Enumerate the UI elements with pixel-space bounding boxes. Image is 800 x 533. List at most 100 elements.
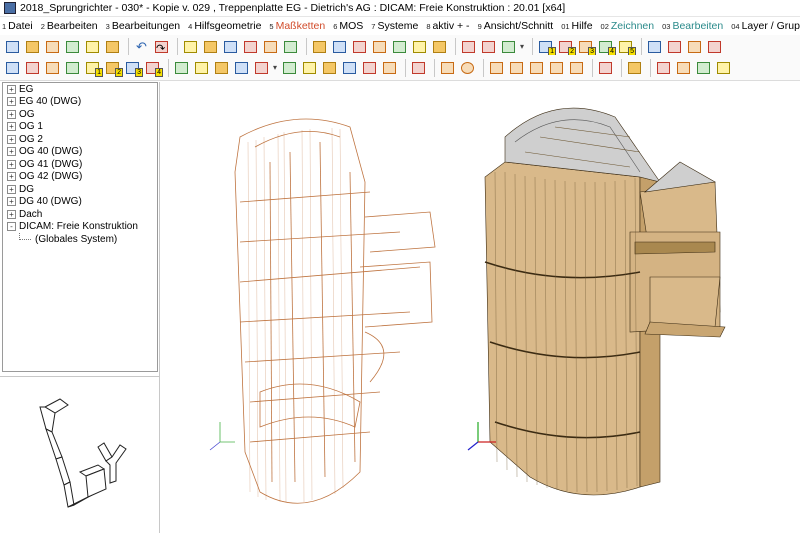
tree-child-item[interactable]: (Globales System)	[3, 232, 157, 246]
doc-3-icon[interactable]: 3	[577, 38, 597, 56]
tree-item[interactable]: + DG 40 (DWG)	[3, 196, 157, 209]
plate-8-icon[interactable]	[321, 59, 338, 76]
cube-1-icon[interactable]	[311, 38, 328, 55]
undo-icon[interactable]: ↶	[133, 38, 150, 55]
chevron-down-icon[interactable]: ▾	[520, 42, 524, 51]
expand-icon[interactable]: +	[7, 109, 16, 119]
expand-icon[interactable]: +	[7, 159, 16, 169]
layer-c-icon[interactable]	[44, 59, 61, 76]
tree-item[interactable]: + DG	[3, 183, 157, 196]
merge-2-icon[interactable]	[675, 59, 692, 76]
expand-icon[interactable]: +	[7, 197, 16, 207]
expand-icon[interactable]: +	[7, 122, 16, 132]
menu-bearbeiten[interactable]: 03 Bearbeiten	[662, 20, 723, 32]
doc-5-icon[interactable]: 5	[617, 38, 637, 56]
menu-maßketten[interactable]: 5 Maßketten	[269, 20, 325, 32]
menu-hilfe[interactable]: 01 Hilfe	[561, 20, 592, 32]
tree-item[interactable]: - DICAM: Freie Konstruktion	[3, 221, 157, 234]
tree-item[interactable]: + OG 41 (DWG)	[3, 158, 157, 171]
cut-red-icon[interactable]	[410, 59, 427, 76]
wall-red-icon[interactable]	[480, 38, 497, 55]
merge-1-icon[interactable]	[655, 59, 672, 76]
plate-7-icon[interactable]	[301, 59, 318, 76]
open-folder-icon[interactable]	[24, 38, 41, 55]
save-as-icon[interactable]	[64, 38, 81, 55]
menu-systeme[interactable]: 7 Systeme	[371, 20, 418, 32]
tree-item[interactable]: + OG	[3, 108, 157, 121]
view-top-icon[interactable]	[262, 38, 279, 55]
layer-1-icon[interactable]: 1	[84, 59, 103, 77]
plate-3-icon[interactable]	[213, 59, 230, 76]
plate-6-icon[interactable]	[281, 59, 298, 76]
expand-icon[interactable]: +	[7, 97, 16, 107]
red-tool-icon[interactable]	[597, 59, 614, 76]
beam-block-icon[interactable]	[568, 59, 585, 76]
merge-4-icon[interactable]	[715, 59, 732, 76]
tree-item[interactable]: + OG 40 (DWG)	[3, 146, 157, 159]
pencil-icon[interactable]	[548, 59, 565, 76]
view-layer-icon[interactable]	[222, 38, 239, 55]
plate-9-icon[interactable]	[341, 59, 358, 76]
tree-item[interactable]: + OG 1	[3, 121, 157, 134]
house-icon[interactable]	[282, 38, 299, 55]
plate-5-icon[interactable]	[253, 59, 270, 76]
menu-mos[interactable]: 6 MOS	[333, 20, 363, 32]
beam-diag-icon[interactable]	[528, 59, 545, 76]
beam-v-icon[interactable]	[508, 59, 525, 76]
merge-3-icon[interactable]	[695, 59, 712, 76]
cube-5-icon[interactable]	[391, 38, 408, 55]
view-side-icon[interactable]	[202, 38, 219, 55]
collapse-icon[interactable]: -	[7, 222, 16, 232]
angle-icon[interactable]	[666, 38, 683, 55]
layer-3-icon[interactable]: 3	[124, 59, 143, 77]
menu-zeichnen[interactable]: 02 Zeichnen	[601, 20, 655, 32]
export-icon[interactable]	[104, 38, 121, 55]
menu-ansicht-schnitt[interactable]: 9 Ansicht/Schnitt	[478, 20, 554, 32]
menu-layer-gruppen[interactable]: 04Layer / Gruppen	[731, 20, 800, 32]
plate-10-icon[interactable]	[361, 59, 378, 76]
tree-item[interactable]: + Dach	[3, 208, 157, 221]
green-tool-icon[interactable]	[626, 59, 643, 76]
layer-b-icon[interactable]	[24, 59, 41, 76]
menu-datei[interactable]: 1 Datei	[2, 20, 33, 32]
menu-bearbeiten[interactable]: 2 Bearbeiten	[41, 20, 98, 32]
cube-2-icon[interactable]	[331, 38, 348, 55]
doc-1-icon[interactable]: 1	[537, 38, 557, 56]
layer-a-icon[interactable]	[4, 59, 21, 76]
chevron-down-icon[interactable]: ▾	[273, 63, 277, 72]
frame-icon[interactable]	[460, 38, 477, 55]
layer-4-icon[interactable]: 4	[144, 59, 163, 77]
menu-bearbeitungen[interactable]: 3 Bearbeitungen	[106, 20, 180, 32]
expand-icon[interactable]: +	[7, 134, 16, 144]
new-file-icon[interactable]	[4, 38, 21, 55]
cube-3-icon[interactable]	[351, 38, 368, 55]
doc-2-icon[interactable]: 2	[557, 38, 577, 56]
expand-icon[interactable]: +	[7, 84, 16, 94]
doc-4-icon[interactable]: 4	[597, 38, 617, 56]
cube-6-icon[interactable]	[411, 38, 428, 55]
view-print-icon[interactable]	[242, 38, 259, 55]
menu-hilfsgeometrie[interactable]: 4 Hilfsgeometrie	[188, 20, 261, 32]
pencil-ruler-icon[interactable]	[646, 38, 663, 55]
tree-item[interactable]: + OG 42 (DWG)	[3, 171, 157, 184]
cube-7-icon[interactable]	[431, 38, 448, 55]
redo-icon[interactable]: ↷	[153, 38, 170, 55]
doc-red-icon[interactable]	[706, 38, 723, 55]
plate-4-icon[interactable]	[233, 59, 250, 76]
save-icon[interactable]	[44, 38, 61, 55]
layer-d-icon[interactable]	[64, 59, 81, 76]
printer-icon[interactable]	[500, 38, 517, 55]
3d-viewport[interactable]	[160, 82, 800, 533]
view-front-icon[interactable]	[182, 38, 199, 55]
expand-icon[interactable]: +	[7, 209, 16, 219]
plate-2-icon[interactable]	[193, 59, 210, 76]
gl-icon-icon[interactable]	[686, 38, 703, 55]
tree-item[interactable]: + EG 40 (DWG)	[3, 96, 157, 109]
plate-11-icon[interactable]	[381, 59, 398, 76]
plate-1-icon[interactable]	[173, 59, 190, 76]
rect-orange-icon[interactable]	[439, 59, 456, 76]
expand-icon[interactable]: +	[7, 147, 16, 157]
circle-orange-icon[interactable]	[459, 59, 476, 76]
menu-aktiv-[interactable]: 8 aktiv + -	[426, 20, 469, 32]
tree-item[interactable]: + OG 2	[3, 133, 157, 146]
